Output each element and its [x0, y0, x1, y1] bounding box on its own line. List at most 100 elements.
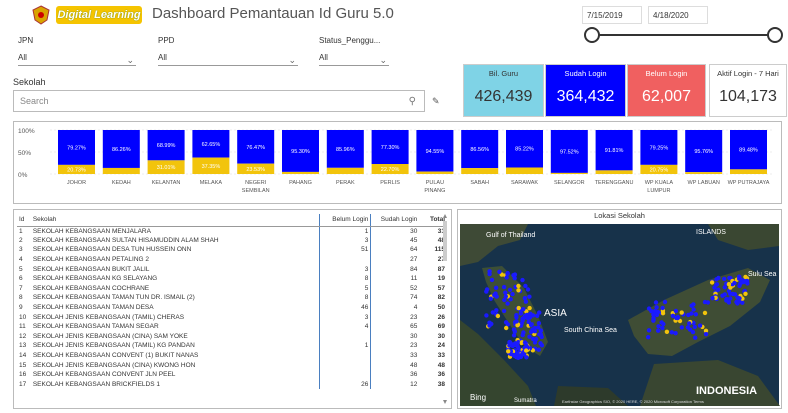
school-map-marker	[523, 299, 529, 304]
school-map-marker	[507, 287, 513, 292]
school-map-marker	[656, 328, 661, 333]
school-map-marker	[518, 311, 524, 316]
filter-jpn-select[interactable]: All ⌄	[18, 50, 136, 66]
school-map-marker	[504, 275, 509, 280]
table-row[interactable]: 17 SEKOLAH KEBANGSAAN BRICKFIELDS 1 26 12 38	[17, 379, 447, 390]
table-row[interactable]: 3 SEKOLAH KEBANGSAAN DESA TUN HUSSEIN ONN…	[17, 245, 447, 255]
table-row[interactable]: 12 SEKOLAH JENIS KEBANGSAAN (CINA) SAM YO…	[17, 331, 447, 342]
card-label: Aktif Login - 7 Hari	[717, 69, 779, 78]
school-map-marker	[726, 300, 732, 305]
bar-label-bottom: 31.01%	[157, 165, 176, 171]
cell-sekolah: SEKOLAH JENIS KEBANGSAAN (CINA) SAM YOKE	[30, 331, 320, 342]
col-sudah-header[interactable]: Sudah Login	[370, 214, 420, 227]
cell-id: 12	[19, 332, 27, 340]
school-map-marker	[697, 323, 703, 328]
school-map-marker	[714, 277, 719, 282]
school-map-marker	[720, 293, 725, 298]
table-row[interactable]: 14 SEKOLAH KEBANGSAAN CONVENT (1) BUKIT N…	[17, 350, 447, 361]
school-map-marker	[505, 301, 510, 306]
cell-belum	[319, 350, 372, 361]
search-input[interactable]: Search ⚲	[13, 90, 425, 112]
cell-sudah: 27	[410, 256, 418, 264]
table-row[interactable]: 16 SEKOLAH KEBANGSAAN CONVENT JLN PEEL 36 3…	[17, 369, 447, 380]
table-row[interactable]: 11 SEKOLAH KEBANGSAAN TAMAN SEGAR 4 65 69	[17, 321, 447, 332]
cell-sudah: 48	[410, 361, 418, 369]
x-category-label: SELANGOR	[554, 180, 585, 186]
cell-sekolah: SEKOLAH KEBANGSAAN SULTAN HISAMUDDIN ALA…	[30, 235, 320, 246]
cell-belum: 3	[319, 312, 372, 322]
bar-label-top: 94.55%	[426, 149, 445, 155]
bar-label-top: 77.30%	[381, 145, 400, 151]
bar-label-bottom: 20.75%	[650, 167, 669, 173]
table-row[interactable]: 8 SEKOLAH KEBANGSAAN TAMAN TUN DR. ISMAIL…	[17, 293, 447, 303]
bar-label-bottom: 37.35%	[202, 164, 221, 170]
table-row[interactable]: 1 SEKOLAH KEBANGSAAN MENJALARA 1 30 31	[17, 226, 447, 236]
date-range-slider-track[interactable]	[592, 34, 775, 36]
y-tick-label: 100%	[18, 128, 35, 135]
cell-belum: 46	[319, 302, 372, 313]
cell-sudah: 23	[410, 313, 418, 321]
school-map-marker	[520, 351, 526, 357]
map-label-gulf: Gulf of Thailand	[486, 232, 535, 239]
bar-belum-login	[685, 172, 723, 174]
school-map-marker	[524, 348, 529, 353]
school-map-marker	[732, 280, 737, 286]
bar-label-top: 85.96%	[336, 147, 355, 153]
filter-status-select[interactable]: All ⌄	[319, 50, 389, 66]
map-title: Lokasi Sekolah	[594, 211, 645, 220]
cell-belum: 51	[319, 245, 372, 255]
school-map-marker	[734, 299, 739, 305]
school-map-marker	[487, 271, 492, 277]
school-map-marker	[516, 288, 521, 293]
school-map-marker	[484, 289, 489, 294]
map-label-islands: ISLANDS	[696, 229, 726, 236]
school-map-marker	[520, 332, 525, 338]
bar-belum-login	[102, 167, 140, 174]
table-row[interactable]: 6 SEKOLAH KEBANGSAAN KG SELAYANG 8 11 19	[17, 273, 447, 284]
school-map-marker	[527, 334, 532, 339]
cell-belum: 8	[319, 273, 372, 284]
school-map-marker	[687, 321, 692, 326]
x-category-label: WP LABUAN	[688, 180, 720, 186]
table-row[interactable]: 2 SEKOLAH KEBANGSAAN SULTAN HISAMUDDIN AL…	[17, 235, 447, 246]
school-map-marker	[537, 310, 542, 315]
table-row[interactable]: 13 SEKOLAH JENIS KEBANGSAAN (TAMIL) KG PA…	[17, 341, 447, 351]
table-scrollbar[interactable]	[442, 213, 448, 405]
map-panel[interactable]: Gulf of Thailand ISLANDS Sulu Sea South …	[457, 209, 782, 409]
school-map-marker	[490, 310, 495, 315]
col-sekolah-header[interactable]: Sekolah	[30, 214, 320, 227]
chevron-down-icon: ⌄	[288, 55, 296, 65]
bar-label-top: 79.25%	[650, 145, 669, 151]
col-id-header[interactable]: Id	[17, 214, 31, 227]
table-row[interactable]: 9 SEKOLAH KEBANGSAAN TAMAN DESA 46 4 50	[17, 302, 447, 313]
table-row[interactable]: 15 SEKOLAH JENIS KEBANGSAAN (CINA) KWONG …	[17, 360, 447, 370]
search-icon[interactable]: ⚲	[409, 92, 416, 112]
date-end-field[interactable]: 4/18/2020	[648, 6, 708, 24]
school-map-marker	[516, 354, 522, 359]
school-map-marker	[501, 308, 507, 314]
date-range-end-handle[interactable]	[767, 27, 783, 43]
cell-sekolah: SEKOLAH KEBANGSAAN BUKIT JALIL	[30, 264, 320, 274]
school-map-marker	[726, 282, 732, 287]
date-start-field[interactable]: 7/15/2019	[582, 6, 642, 24]
x-category-label: PULAU PINANG	[424, 180, 445, 194]
school-map-marker	[653, 300, 659, 305]
col-belum-header[interactable]: Belum Login	[319, 214, 372, 227]
school-map-marker	[513, 341, 518, 346]
x-category-label: PERAK	[336, 180, 355, 186]
card-value: 426,439	[474, 88, 533, 105]
school-map-marker	[660, 325, 665, 331]
date-range-start-handle[interactable]	[584, 27, 600, 43]
x-category-label: WP KUALA LUMPUR	[645, 180, 674, 194]
table-row[interactable]: 7 SEKOLAH KEBANGSAAN COCHRANE 5 52 57	[17, 283, 447, 294]
table-row[interactable]: 10 SEKOLAH JENIS KEBANGSAAN (TAMIL) CHERA…	[17, 312, 447, 322]
school-map-marker	[536, 321, 542, 326]
bing-logo: Bing	[470, 393, 486, 402]
filter-ppd-select[interactable]: All ⌄	[158, 50, 298, 66]
table-row[interactable]: 4 SEKOLAH KEBANGSAAN PETALING 2 27 27	[17, 254, 447, 265]
school-location-map[interactable]: Gulf of Thailand ISLANDS Sulu Sea South …	[458, 210, 781, 408]
school-map-marker	[524, 343, 529, 349]
school-map-marker	[536, 347, 541, 352]
table-row[interactable]: 5 SEKOLAH KEBANGSAAN BUKIT JALIL 3 84 87	[17, 264, 447, 274]
eraser-icon[interactable]: ✎	[432, 96, 440, 107]
